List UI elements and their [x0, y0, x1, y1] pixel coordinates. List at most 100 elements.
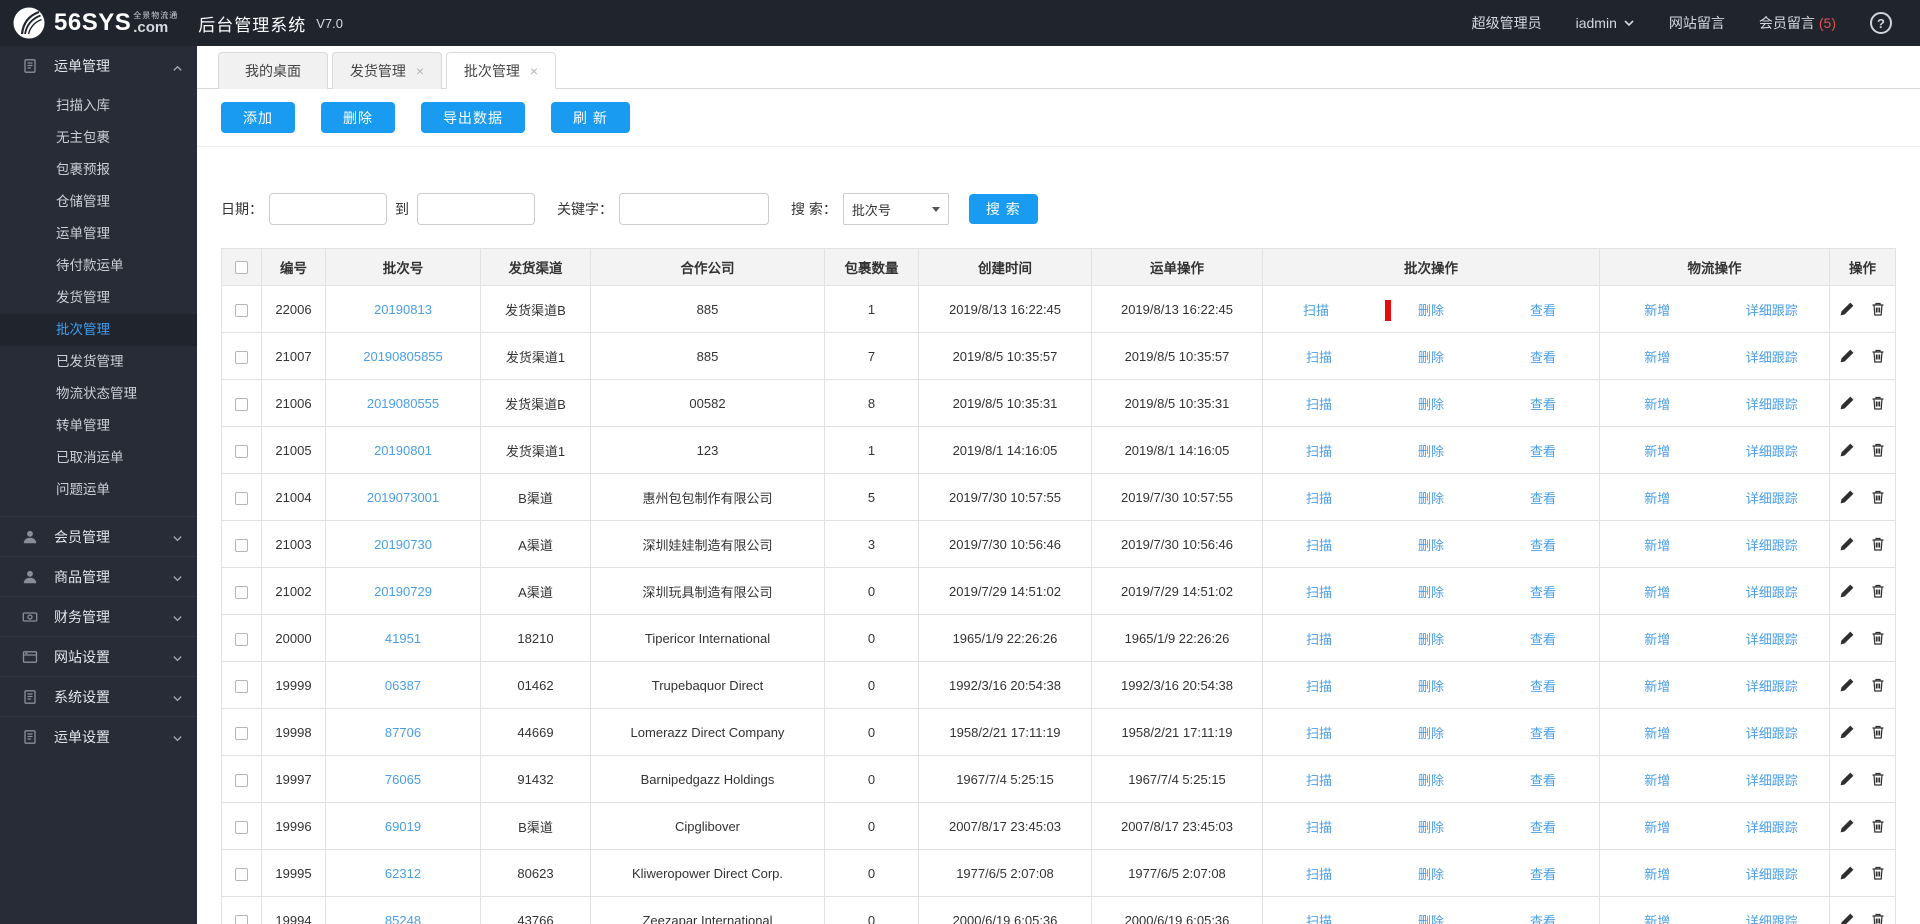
row-checkbox[interactable] — [235, 915, 248, 924]
detail-track-link[interactable]: 详细跟踪 — [1746, 914, 1798, 924]
sidebar-item-物流状态管理[interactable]: 物流状态管理 — [0, 378, 197, 410]
batch-delete-link[interactable]: 删除 — [1418, 914, 1444, 924]
batch-number-link[interactable]: 76065 — [385, 772, 421, 787]
batch-delete-link[interactable]: 删除 — [1418, 773, 1444, 788]
sidebar-item-转单管理[interactable]: 转单管理 — [0, 410, 197, 442]
batch-number-link[interactable]: 87706 — [385, 725, 421, 740]
sidebar-item-仓储管理[interactable]: 仓储管理 — [0, 186, 197, 218]
detail-track-link[interactable]: 详细跟踪 — [1746, 632, 1798, 647]
view-link[interactable]: 查看 — [1530, 350, 1556, 365]
edit-pencil-icon[interactable] — [1839, 348, 1855, 364]
detail-track-link[interactable]: 详细跟踪 — [1746, 726, 1798, 741]
logistics-add-link[interactable]: 新增 — [1644, 773, 1670, 788]
search-button[interactable]: 搜 索 — [969, 194, 1038, 224]
detail-track-link[interactable]: 详细跟踪 — [1746, 350, 1798, 365]
row-checkbox[interactable] — [235, 633, 248, 646]
add-button[interactable]: 添加 — [221, 102, 295, 133]
row-checkbox[interactable] — [235, 680, 248, 693]
delete-trash-icon[interactable] — [1870, 818, 1886, 834]
member-messages-link[interactable]: 会员留言(5) — [1759, 13, 1836, 33]
view-link[interactable]: 查看 — [1530, 538, 1556, 553]
delete-trash-icon[interactable] — [1870, 395, 1886, 411]
batch-number-link[interactable]: 06387 — [385, 678, 421, 693]
edit-pencil-icon[interactable] — [1839, 724, 1855, 740]
sidebar-item-批次管理[interactable]: 批次管理 — [0, 314, 197, 346]
delete-trash-icon[interactable] — [1870, 301, 1886, 317]
batch-number-link[interactable]: 20190730 — [374, 537, 432, 552]
batch-delete-link[interactable]: 删除 — [1418, 491, 1444, 506]
batch-delete-link[interactable]: 删除 — [1418, 585, 1444, 600]
sidebar-section-product-management[interactable]: 商品管理 — [0, 556, 197, 596]
sidebar-item-运单管理[interactable]: 运单管理 — [0, 218, 197, 250]
edit-pencil-icon[interactable] — [1839, 677, 1855, 693]
row-checkbox[interactable] — [235, 821, 248, 834]
scan-link[interactable]: 扫描 — [1306, 397, 1332, 412]
view-link[interactable]: 查看 — [1530, 726, 1556, 741]
batch-number-link[interactable]: 69019 — [385, 819, 421, 834]
batch-number-link[interactable]: 2019080555 — [367, 396, 439, 411]
delete-trash-icon[interactable] — [1870, 348, 1886, 364]
sidebar-section-finance-management[interactable]: 财务管理 — [0, 596, 197, 636]
view-link[interactable]: 查看 — [1530, 585, 1556, 600]
detail-track-link[interactable]: 详细跟踪 — [1746, 538, 1798, 553]
sidebar-item-扫描入库[interactable]: 扫描入库 — [0, 90, 197, 122]
edit-pencil-icon[interactable] — [1839, 395, 1855, 411]
tab-batch-management[interactable]: 批次管理× — [446, 52, 556, 89]
delete-trash-icon[interactable] — [1870, 583, 1886, 599]
logistics-add-link[interactable]: 新增 — [1644, 491, 1670, 506]
edit-pencil-icon[interactable] — [1839, 536, 1855, 552]
batch-number-link[interactable]: 20190801 — [374, 443, 432, 458]
date-from-input[interactable] — [269, 193, 387, 225]
logistics-add-link[interactable]: 新增 — [1644, 726, 1670, 741]
batch-delete-link[interactable]: 删除 — [1418, 679, 1444, 694]
scan-link[interactable]: 扫描 — [1306, 820, 1332, 835]
batch-number-link[interactable]: 85248 — [385, 913, 421, 924]
scan-link[interactable]: 扫描 — [1303, 303, 1329, 318]
batch-number-link[interactable]: 41951 — [385, 631, 421, 646]
detail-track-link[interactable]: 详细跟踪 — [1746, 397, 1798, 412]
detail-track-link[interactable]: 详细跟踪 — [1746, 867, 1798, 882]
delete-trash-icon[interactable] — [1870, 912, 1886, 924]
sidebar-section-site-settings[interactable]: 网站设置 — [0, 636, 197, 676]
batch-number-link[interactable]: 62312 — [385, 866, 421, 881]
scan-link[interactable]: 扫描 — [1306, 632, 1332, 647]
edit-pencil-icon[interactable] — [1839, 442, 1855, 458]
detail-track-link[interactable]: 详细跟踪 — [1746, 491, 1798, 506]
help-icon[interactable]: ? — [1870, 12, 1892, 34]
view-link[interactable]: 查看 — [1530, 444, 1556, 459]
batch-delete-link[interactable]: 删除 — [1418, 820, 1444, 835]
sidebar-item-包裹预报[interactable]: 包裹预报 — [0, 154, 197, 186]
row-checkbox[interactable] — [235, 351, 248, 364]
logistics-add-link[interactable]: 新增 — [1644, 867, 1670, 882]
sidebar-section-waybill-settings[interactable]: 运单设置 — [0, 716, 197, 756]
batch-number-link[interactable]: 20190805855 — [363, 349, 443, 364]
delete-button[interactable]: 删除 — [321, 102, 395, 133]
view-link[interactable]: 查看 — [1530, 632, 1556, 647]
close-icon[interactable]: × — [530, 64, 538, 78]
row-checkbox[interactable] — [235, 445, 248, 458]
detail-track-link[interactable]: 详细跟踪 — [1746, 444, 1798, 459]
delete-trash-icon[interactable] — [1870, 771, 1886, 787]
scan-link[interactable]: 扫描 — [1306, 726, 1332, 741]
batch-delete-link[interactable]: 删除 — [1418, 726, 1444, 741]
scan-link[interactable]: 扫描 — [1306, 350, 1332, 365]
delete-trash-icon[interactable] — [1870, 442, 1886, 458]
user-menu[interactable]: iadmin — [1576, 15, 1635, 31]
sidebar-section-waybill-management[interactable]: 运单管理 — [0, 46, 197, 86]
sidebar-item-已发货管理[interactable]: 已发货管理 — [0, 346, 197, 378]
site-messages-link[interactable]: 网站留言 — [1669, 13, 1725, 33]
scan-link[interactable]: 扫描 — [1306, 538, 1332, 553]
delete-trash-icon[interactable] — [1870, 724, 1886, 740]
delete-trash-icon[interactable] — [1870, 536, 1886, 552]
sidebar-item-待付款运单[interactable]: 待付款运单 — [0, 250, 197, 282]
row-checkbox[interactable] — [235, 539, 248, 552]
refresh-button[interactable]: 刷 新 — [551, 102, 630, 133]
batch-number-link[interactable]: 20190729 — [374, 584, 432, 599]
date-to-input[interactable] — [417, 193, 535, 225]
row-checkbox[interactable] — [235, 492, 248, 505]
view-link[interactable]: 查看 — [1530, 773, 1556, 788]
row-checkbox[interactable] — [235, 774, 248, 787]
scan-link[interactable]: 扫描 — [1306, 585, 1332, 600]
sidebar-item-发货管理[interactable]: 发货管理 — [0, 282, 197, 314]
edit-pencil-icon[interactable] — [1839, 771, 1855, 787]
